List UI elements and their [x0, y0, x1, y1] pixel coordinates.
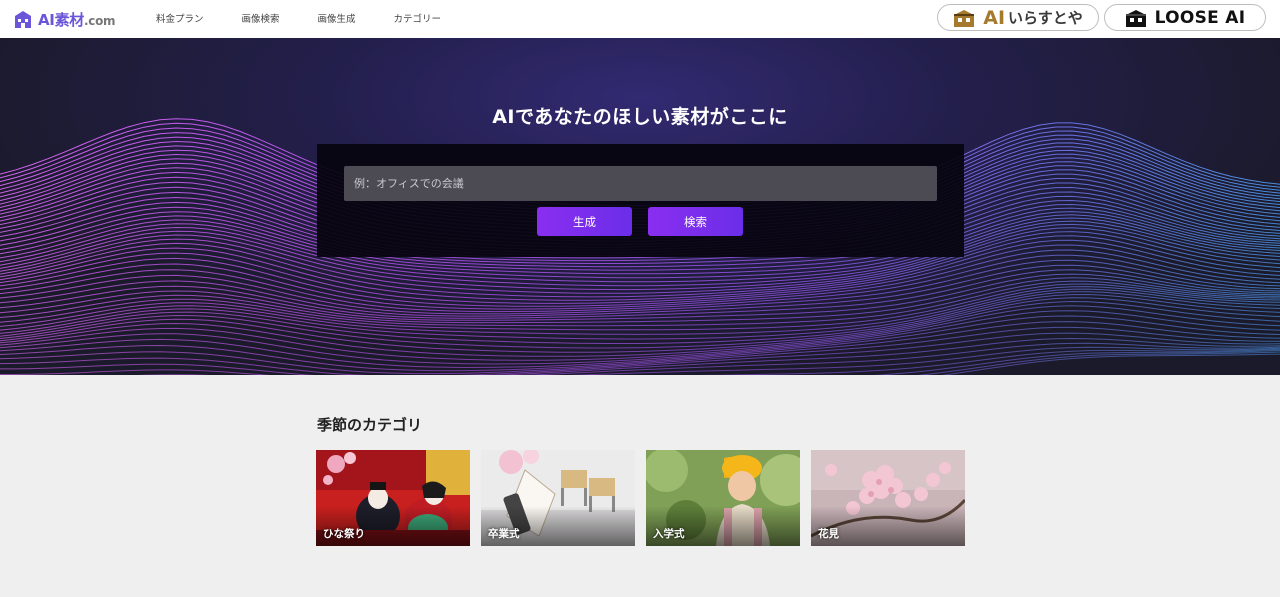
category-card-entrance[interactable]: 入学式 [646, 450, 800, 546]
wave-line [0, 310, 1280, 365]
category-cards: ひな祭り 卒業式 入学式 花見 [316, 450, 976, 546]
category-card-graduation[interactable]: 卒業式 [481, 450, 635, 546]
partner1-name: いらすとや [1008, 9, 1083, 27]
section-title: 季節のカテゴリ [317, 416, 423, 434]
nav-image-generate[interactable]: 画像生成 [318, 11, 356, 25]
nav-pricing[interactable]: 料金プラン [156, 11, 204, 25]
search-panel: 生成 検索 [317, 144, 964, 257]
nav-category[interactable]: カテゴリー [394, 11, 442, 25]
category-card-hanami[interactable]: 花見 [811, 450, 965, 546]
logo-text: AI素材.com [38, 11, 116, 29]
house-icon [1125, 9, 1146, 27]
main-nav: 料金プラン 画像検索 画像生成 カテゴリー [156, 11, 479, 25]
card-label: ひな祭り [323, 528, 365, 540]
search-input[interactable] [344, 166, 937, 201]
site-logo[interactable]: AI素材.com [14, 9, 116, 30]
generate-button[interactable]: 生成 [537, 207, 632, 236]
logo-icon [15, 11, 31, 28]
loose-ai-link[interactable]: LOOSE AI [1104, 4, 1266, 31]
house-icon [954, 9, 975, 27]
top-header: AI素材.com 料金プラン 画像検索 画像生成 カテゴリー AI いらすとや … [0, 0, 1280, 38]
hero-banner: AIであなたのほしい素材がここに 生成 検索 [0, 38, 1280, 375]
hero-title: AIであなたのほしい素材がここに [492, 106, 788, 128]
search-button[interactable]: 検索 [648, 207, 743, 236]
card-label: 花見 [818, 528, 839, 540]
partner2-name: LOOSE AI [1154, 7, 1246, 28]
category-card-hinamatsuri[interactable]: ひな祭り [316, 450, 470, 546]
nav-image-search[interactable]: 画像検索 [242, 11, 280, 25]
card-label: 卒業式 [488, 528, 520, 540]
ai-irasutoya-link[interactable]: AI いらすとや [937, 4, 1099, 31]
partner1-ai: AI [983, 6, 1006, 29]
card-label: 入学式 [653, 528, 685, 540]
